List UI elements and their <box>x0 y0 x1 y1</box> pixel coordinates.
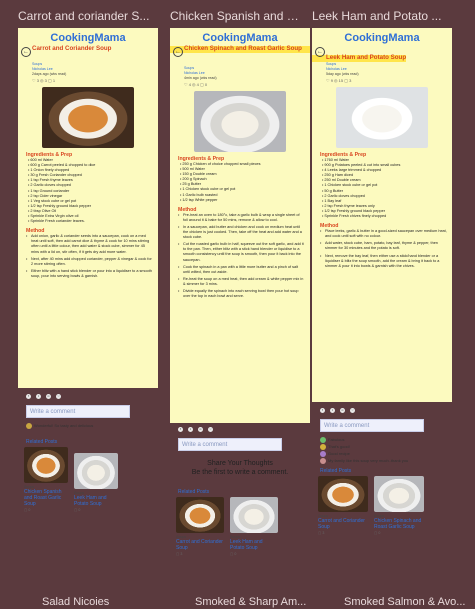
related-card[interactable]: Soups Carrot and Coriander Soup ▢ 3 <box>318 476 368 535</box>
link-icon[interactable]: ∞ <box>340 408 345 413</box>
related-card[interactable]: Soups Leek Ham and Potato Soup ▢ 0 <box>230 497 278 556</box>
recipe-page: CookingMama ← Carrot and Coriander Soup … <box>18 28 158 388</box>
twitter-icon[interactable]: t <box>188 427 193 432</box>
recipe-photo <box>194 91 286 152</box>
method-steps: Add onion, garlic & coriander seeds into… <box>18 234 158 279</box>
brand-logo: CookingMama <box>344 32 420 44</box>
recipe-page: CookingMama ← Leek Ham and Potato Soup S… <box>312 28 452 402</box>
author-name[interactable]: Nicholas Lee <box>32 67 53 71</box>
tab-title-carrot[interactable]: Carrot and coriander S... <box>18 9 163 23</box>
post-time: 4min ago (wks read) <box>184 76 217 80</box>
twitter-icon[interactable]: t <box>330 408 335 413</box>
category-label[interactable]: Soups <box>184 66 194 70</box>
heart-icon[interactable]: ♡ <box>208 427 213 432</box>
related-card[interactable]: Soups Chicken Spanish and Roast Garlic S… <box>24 447 68 512</box>
related-posts-heading: Related Posts <box>320 468 352 474</box>
avatar <box>320 457 326 464</box>
link-icon[interactable]: ∞ <box>46 394 51 399</box>
share-thoughts: Share Your Thoughts Be the first to write… <box>191 460 289 476</box>
brand-logo: CookingMama <box>202 32 278 44</box>
related-photo <box>318 476 368 512</box>
back-arrow-icon[interactable]: ← <box>173 47 183 57</box>
author-name[interactable]: Nicholas Lee <box>326 67 347 71</box>
author-name[interactable]: Nicholas Lee <box>184 71 205 75</box>
post-stats: ♡ 4 ◎ 4 ▢ 0 <box>184 82 208 87</box>
back-arrow-icon[interactable]: ← <box>21 47 31 57</box>
ingredients-list: 600 ml Water600 g Carrot peeled & choppe… <box>18 158 158 224</box>
recipe-title: Chicken Spinach and Roast Garlic Soup <box>170 45 310 53</box>
comment-input[interactable]: Write a comment <box>320 419 424 432</box>
share-bar: f t ∞ ♡ <box>18 394 158 399</box>
related-photo <box>74 453 118 489</box>
avatar <box>320 450 326 457</box>
category-label[interactable]: Soups <box>32 62 42 66</box>
back-arrow-icon[interactable]: ← <box>315 47 325 57</box>
related-posts: Soups Chicken Spanish and Roast Garlic S… <box>24 447 158 512</box>
post-stats: ♡ 9 ◎ 15 ▢ 3 <box>326 78 352 83</box>
facebook-icon[interactable]: f <box>178 427 183 432</box>
related-photo <box>24 447 68 483</box>
related-posts-heading: Related Posts <box>26 439 58 445</box>
avatar <box>320 436 326 443</box>
avatar <box>320 443 326 450</box>
twitter-icon[interactable]: t <box>36 394 41 399</box>
recipe-title: Leek Ham and Potato Soup <box>312 54 407 62</box>
recipe-photo <box>336 87 428 148</box>
facebook-icon[interactable]: f <box>320 408 325 413</box>
tab-title-leek[interactable]: Leek Ham and Potato ... <box>312 9 452 23</box>
link-icon[interactable]: ∞ <box>198 427 203 432</box>
ingredients-list: 1760 ml Water900 g Potatoes peeled & cut… <box>312 158 452 219</box>
related-posts: Soups Carrot and Coriander Soup ▢ 3 Soup… <box>176 497 310 556</box>
related-photo <box>176 497 224 533</box>
related-posts: Soups Carrot and Coriander Soup ▢ 3 Soup… <box>318 476 452 535</box>
related-card[interactable]: Soups Carrot and Coriander Soup ▢ 3 <box>176 497 224 556</box>
related-posts-heading: Related Posts <box>178 489 210 495</box>
related-photo <box>230 497 278 533</box>
post-time: 5day ago (wks read) <box>326 72 359 76</box>
tab-title-smoked-sharp[interactable]: Smoked & Sharp Am... <box>195 596 306 608</box>
ingredients-list: 250 g Chicken of choice chopped small pi… <box>170 162 310 203</box>
brand-logo: CookingMama <box>50 32 126 44</box>
facebook-icon[interactable]: f <box>26 394 31 399</box>
tab-title-salad[interactable]: Salad Nicoies <box>42 596 109 608</box>
recipe-page: CookingMama ← Chicken Spinach and Roast … <box>170 28 310 423</box>
feedback-list: Fabulous That's good! Good recipe My fam… <box>312 436 452 464</box>
feedback-list: Wonderful! So tasty and delicious <box>18 422 158 429</box>
recipe-title: Carrot and Coriander Soup <box>32 45 112 52</box>
comment-input[interactable]: Write a comment <box>178 438 282 451</box>
category-label[interactable]: Soups <box>326 62 336 66</box>
method-steps: Pre-heat an oven to 180°c, take a garlic… <box>170 213 310 299</box>
recipe-column-3: CookingMama ← Leek Ham and Potato Soup S… <box>312 28 452 535</box>
related-card[interactable]: Soups Chicken Spinach and Roast Garlic S… <box>374 476 424 535</box>
recipe-column-2: CookingMama ← Chicken Spinach and Roast … <box>170 28 310 556</box>
method-steps: Place leeks, garlic & butter in a good-s… <box>312 229 452 269</box>
related-card[interactable]: Soups Leek Ham and Potato Soup ▢ 0 <box>74 453 118 512</box>
recipe-column-1: CookingMama ← Carrot and Coriander Soup … <box>18 28 158 512</box>
recipe-photo <box>42 87 134 148</box>
heart-icon[interactable]: ♡ <box>350 408 355 413</box>
heart-icon[interactable]: ♡ <box>56 394 61 399</box>
post-stats: ♡ 3 ◎ 3 ▢ 1 <box>32 78 56 83</box>
comment-input[interactable]: Write a comment <box>26 405 130 418</box>
tab-title-smoked-salmon[interactable]: Smoked Salmon & Avo... <box>344 596 465 608</box>
share-bar: f t ∞ ♡ <box>312 408 452 413</box>
tab-title-chicken[interactable]: Chicken Spanish and R... <box>170 9 302 23</box>
post-time: 2days ago (wks read) <box>32 72 67 76</box>
related-photo <box>374 476 424 512</box>
avatar <box>26 422 32 429</box>
share-bar: f t ∞ ♡ <box>170 427 310 432</box>
